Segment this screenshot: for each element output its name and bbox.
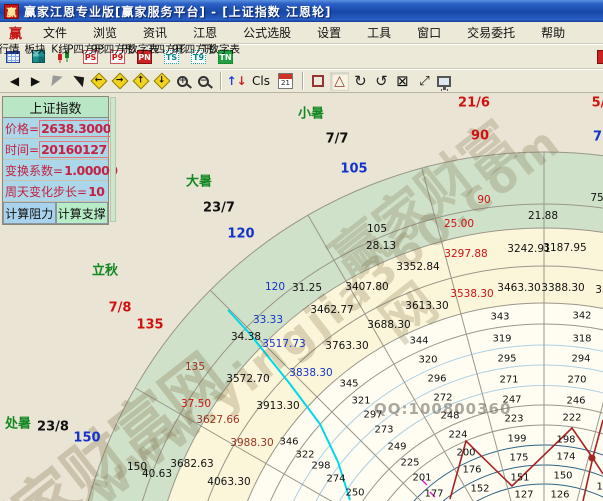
tools-toolbar: ◀ ▶ ← → ↑ ↓ + − ↑↓ Cls 21 △ ↻ ↺ ⊠ ⤢ — [0, 69, 603, 93]
step-row: 周天变化步长=10 — [3, 181, 108, 202]
coef-row: 变换系数=1.00000 — [3, 160, 108, 181]
app-icon: 赢 — [4, 4, 19, 19]
triangle-tool-button[interactable]: △ — [330, 72, 349, 91]
window-title: 赢家江恩专业版[赢家服务平台] - [上证指数 江恩轮] — [24, 3, 331, 20]
next-button[interactable]: ▶ — [26, 72, 45, 91]
prev-button[interactable]: ◀ — [5, 72, 24, 91]
shift-up-button[interactable]: ↑ — [131, 72, 150, 91]
main-toolbar: 行情 板块 K线 PS P四方形 P9 9P四方形 PN P数字表 TS T四方… — [0, 44, 603, 69]
toolbar-separator — [302, 72, 304, 90]
calc-resistance-button[interactable]: 计算阻力 — [3, 202, 56, 224]
menu-app-icon: 赢 — [9, 23, 22, 42]
shift-left-button[interactable]: ← — [89, 72, 108, 91]
time-field[interactable]: 20160127 — [39, 141, 109, 158]
menu-tools[interactable]: 工具 — [354, 24, 404, 41]
flag-gray-icon[interactable] — [47, 72, 66, 91]
panel-buttons: 计算阻力 计算支撑 — [3, 202, 108, 224]
menu-file[interactable]: 文件 — [30, 24, 80, 41]
instrument-panel: 上证指数 价格=2638.3000 时间=20160127 变换系数=1.000… — [2, 96, 109, 225]
rotate-ccw-button[interactable]: ↺ — [372, 72, 391, 91]
title-bar: 赢 赢家江恩专业版[赢家服务平台] - [上证指数 江恩轮] — [0, 0, 603, 22]
price-path-node — [589, 455, 596, 462]
calc-support-button[interactable]: 计算支撑 — [56, 202, 109, 224]
price-row: 价格=2638.3000 — [3, 118, 108, 139]
toolbar-separator — [220, 72, 222, 90]
grid-box-button[interactable]: ⊠ — [393, 72, 412, 91]
menu-settings[interactable]: 设置 — [304, 24, 354, 41]
cls-button[interactable]: Cls — [248, 72, 274, 91]
step-label: 周天变化步长= — [5, 183, 87, 200]
step-field[interactable]: 10 — [87, 184, 105, 199]
shift-right-button[interactable]: → — [110, 72, 129, 91]
kline-label: K线 — [51, 42, 68, 57]
quotes-label: 行情 — [0, 42, 20, 57]
time-label: 时间= — [5, 141, 39, 158]
updown-sort-button[interactable]: ↑↓ — [227, 72, 246, 91]
zoom-in-button[interactable]: + — [173, 72, 192, 91]
rotate-cw-button[interactable]: ↻ — [351, 72, 370, 91]
panel-title: 上证指数 — [3, 97, 108, 118]
menu-news[interactable]: 资讯 — [130, 24, 180, 41]
flag-black-icon[interactable] — [68, 72, 87, 91]
t-table-button[interactable]: TN T数字表 — [218, 50, 233, 64]
price-field[interactable]: 2638.3000 — [39, 120, 113, 137]
menu-gann[interactable]: 江恩 — [180, 24, 230, 41]
zoom-out-button[interactable]: − — [194, 72, 213, 91]
screen-button[interactable] — [435, 72, 454, 91]
panel-side-strip — [110, 97, 116, 222]
menu-window[interactable]: 窗口 — [404, 24, 454, 41]
menu-formula-stockpick[interactable]: 公式选股 — [230, 24, 304, 41]
coef-label: 变换系数= — [5, 162, 63, 179]
shift-down-button[interactable]: ↓ — [152, 72, 171, 91]
menu-browse[interactable]: 浏览 — [80, 24, 130, 41]
menu-trade[interactable]: 交易委托 — [454, 24, 528, 41]
menu-help[interactable]: 帮助 — [528, 24, 578, 41]
blocks-button[interactable]: 板块 — [32, 50, 45, 63]
square-tool-button[interactable] — [309, 72, 328, 91]
calendar-button[interactable]: 21 — [276, 72, 295, 91]
price-label: 价格= — [5, 120, 39, 137]
expand-button[interactable]: ⤢ — [414, 72, 433, 91]
t-table-label: T数字表 — [202, 42, 240, 57]
clipped-toolbar-icon[interactable] — [597, 50, 603, 64]
blocks-label: 板块 — [25, 42, 46, 57]
quotes-button[interactable]: 行情 — [6, 51, 20, 63]
time-row: 时间=20160127 — [3, 139, 108, 160]
